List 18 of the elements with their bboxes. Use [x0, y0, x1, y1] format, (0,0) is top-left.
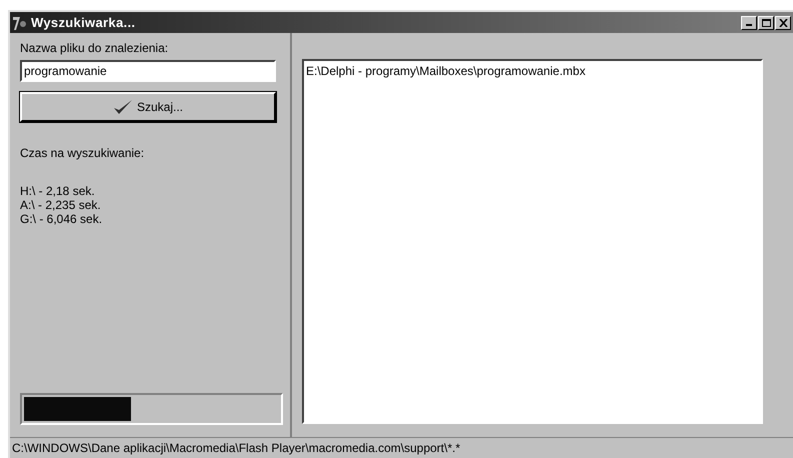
close-button[interactable]	[775, 16, 791, 30]
maximize-icon	[762, 18, 770, 26]
status-text: C:\WINDOWS\Dane aplikacji\Macromedia\Flash Player\macromedia.com\support\*.*	[11, 440, 460, 457]
maximize-button[interactable]	[758, 16, 774, 30]
minimize-icon	[746, 24, 752, 26]
checkmark-icon	[112, 99, 133, 115]
time-label: Czas na wyszukiwanie:	[20, 145, 146, 162]
search-button[interactable]: Szukaj...	[20, 92, 276, 122]
minimize-button[interactable]	[741, 16, 757, 30]
result-item[interactable]: E:\Delphi - programy\Mailboxes\programowanie.mbx	[306, 62, 586, 80]
time-result: H:\ - 2,18 sek.	[20, 184, 96, 198]
window-title: Wyszukiwarka...	[31, 14, 136, 32]
field-label: Nazwa pliku do znalezienia:	[20, 40, 170, 57]
close-icon	[778, 18, 788, 26]
time-result: G:\ - 6,046 sek.	[20, 212, 104, 226]
time-result: A:\ - 2,235 sek.	[20, 198, 102, 212]
app-icon	[12, 14, 28, 30]
filename-field[interactable]: programowanie	[20, 60, 276, 82]
